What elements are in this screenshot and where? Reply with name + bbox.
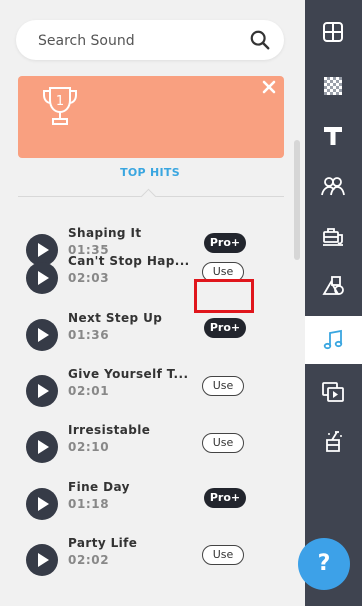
search-input[interactable] [36, 29, 240, 53]
scrollbar[interactable] [294, 140, 300, 260]
sound-title: Give Yourself T... [68, 367, 189, 381]
sound-duration: 02:10 [68, 440, 110, 454]
sidebar-item-video[interactable] [305, 368, 362, 416]
sidebar-item-shapes[interactable] [305, 262, 362, 310]
props-icon [323, 228, 343, 246]
help-button[interactable]: ? [298, 538, 350, 590]
tab-top-hits[interactable]: TOP HITS [0, 166, 300, 179]
layout-icon [323, 22, 343, 42]
sidebar-item-people[interactable] [305, 162, 362, 210]
sound-panel: 1 TOP HITS Shaping It 01:35 Pro+ Can't S… [0, 0, 305, 606]
sound-title: Can't Stop Hap... [68, 254, 190, 268]
sound-title: Fine Day [68, 480, 130, 494]
sidebar-item-effects[interactable] [305, 418, 362, 466]
play-icon[interactable] [26, 488, 58, 520]
sound-title: Party Life [68, 536, 138, 550]
pro-badge[interactable]: Pro+ [204, 233, 246, 253]
search-box [16, 20, 284, 60]
sound-title: Irresistable [68, 423, 151, 437]
people-icon [321, 177, 345, 196]
play-icon[interactable] [26, 319, 58, 351]
play-icon[interactable] [26, 544, 58, 576]
sidebar-item-props[interactable] [305, 212, 362, 260]
list-item[interactable]: Irresistable 02:10 Use [26, 423, 286, 463]
effects-icon [326, 431, 342, 452]
sidebar-item-text[interactable] [305, 112, 362, 160]
sound-duration: 01:36 [68, 328, 110, 342]
use-button[interactable]: Use [202, 545, 244, 565]
pro-badge[interactable]: Pro+ [204, 488, 246, 508]
close-icon[interactable] [262, 80, 276, 94]
play-icon[interactable] [26, 375, 58, 407]
sound-duration: 02:02 [68, 553, 110, 567]
sidebar [305, 0, 362, 606]
search-icon[interactable] [249, 29, 271, 51]
background-icon [324, 77, 342, 95]
pro-badge[interactable]: Pro+ [204, 318, 246, 338]
sidebar-item-layout[interactable] [305, 8, 362, 56]
highlight-box [194, 279, 254, 313]
sound-title: Shaping It [68, 226, 142, 240]
trophy-number: 1 [56, 94, 64, 109]
sidebar-item-music[interactable] [305, 316, 362, 364]
sound-title: Next Step Up [68, 311, 163, 325]
trophy-banner[interactable]: 1 [18, 76, 284, 158]
list-item[interactable]: Party Life 02:02 Use [26, 536, 286, 576]
text-icon [324, 127, 342, 145]
list-item[interactable]: Give Yourself T... 02:01 Use [26, 367, 286, 407]
shapes-icon [322, 276, 344, 295]
sidebar-item-background[interactable] [305, 62, 362, 110]
list-item[interactable]: Fine Day 01:18 Pro+ [26, 480, 286, 520]
sound-duration: 02:03 [68, 271, 110, 285]
use-button[interactable]: Use [202, 376, 244, 396]
play-icon[interactable] [26, 431, 58, 463]
sound-duration: 01:18 [68, 497, 110, 511]
trophy-icon: 1 [43, 87, 77, 125]
use-button[interactable]: Use [202, 433, 244, 453]
video-icon [322, 382, 344, 402]
tab-indicator [140, 188, 157, 205]
list-item[interactable]: Next Step Up 01:36 Pro+ [26, 311, 286, 351]
sound-duration: 02:01 [68, 384, 110, 398]
music-icon [323, 329, 343, 350]
play-icon[interactable] [26, 262, 58, 294]
